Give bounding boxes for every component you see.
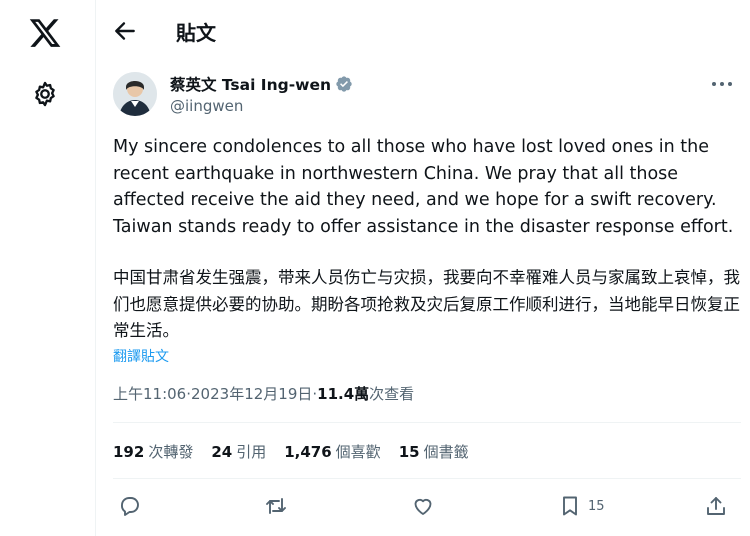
tweet-text-chinese: 中国甘肃省发生强震，带来人员伤亡与灾损，我要向不幸罹难人员与家属致上哀悼，我们也… <box>113 268 740 340</box>
left-rail <box>0 0 92 536</box>
tweet-text-english: My sincere condolences to all those who … <box>113 137 734 237</box>
tweet-detail-column: 貼文 蔡英文 Tsai Ing-wen @iingwen My sincere … <box>95 0 750 536</box>
divider <box>113 422 741 423</box>
reply-icon[interactable] <box>118 490 142 522</box>
page-title: 貼文 <box>176 21 216 45</box>
stat-likes[interactable]: 1,476 個喜歡 <box>284 441 380 462</box>
action-bar: 15 <box>96 490 750 522</box>
verified-badge-icon <box>335 75 353 93</box>
translate-post-link[interactable]: 翻譯貼文 <box>113 346 169 366</box>
stat-quotes[interactable]: 24 引用 <box>211 441 266 462</box>
gear-icon[interactable] <box>31 80 59 108</box>
x-logo-icon[interactable] <box>28 16 62 50</box>
views-count: 11.4萬 <box>317 385 370 403</box>
bookmark-icon <box>563 496 577 516</box>
heart-icon[interactable] <box>411 490 435 522</box>
bookmark-count: 15 <box>588 498 605 514</box>
tweet-time[interactable]: 上午11:06 <box>113 383 186 404</box>
page-header: 貼文 <box>96 0 750 62</box>
more-horizontal-icon[interactable] <box>710 76 734 92</box>
author-display-name[interactable]: 蔡英文 Tsai Ing-wen <box>170 73 331 95</box>
stat-bookmarks[interactable]: 15 個書籤 <box>399 441 469 462</box>
avatar[interactable] <box>113 72 157 116</box>
tweet-date[interactable]: 2023年12月19日 <box>191 383 312 404</box>
bookmark-button[interactable]: 15 <box>558 490 605 522</box>
views-label: 次查看 <box>369 385 415 403</box>
stat-retweets[interactable]: 192 次轉發 <box>113 441 193 462</box>
share-icon[interactable] <box>704 490 728 522</box>
author-handle[interactable]: @iingwen <box>170 97 243 115</box>
engagement-stats: 192 次轉發 24 引用 1,476 個喜歡 15 個書籤 <box>113 441 469 462</box>
divider <box>113 478 741 479</box>
arrow-left-icon[interactable] <box>112 18 138 44</box>
tweet-meta: 上午11:06 · 2023年12月19日 · 11.4萬 次查看 <box>113 383 414 404</box>
retweet-icon[interactable] <box>264 490 288 522</box>
author-name-row: 蔡英文 Tsai Ing-wen <box>170 73 353 95</box>
